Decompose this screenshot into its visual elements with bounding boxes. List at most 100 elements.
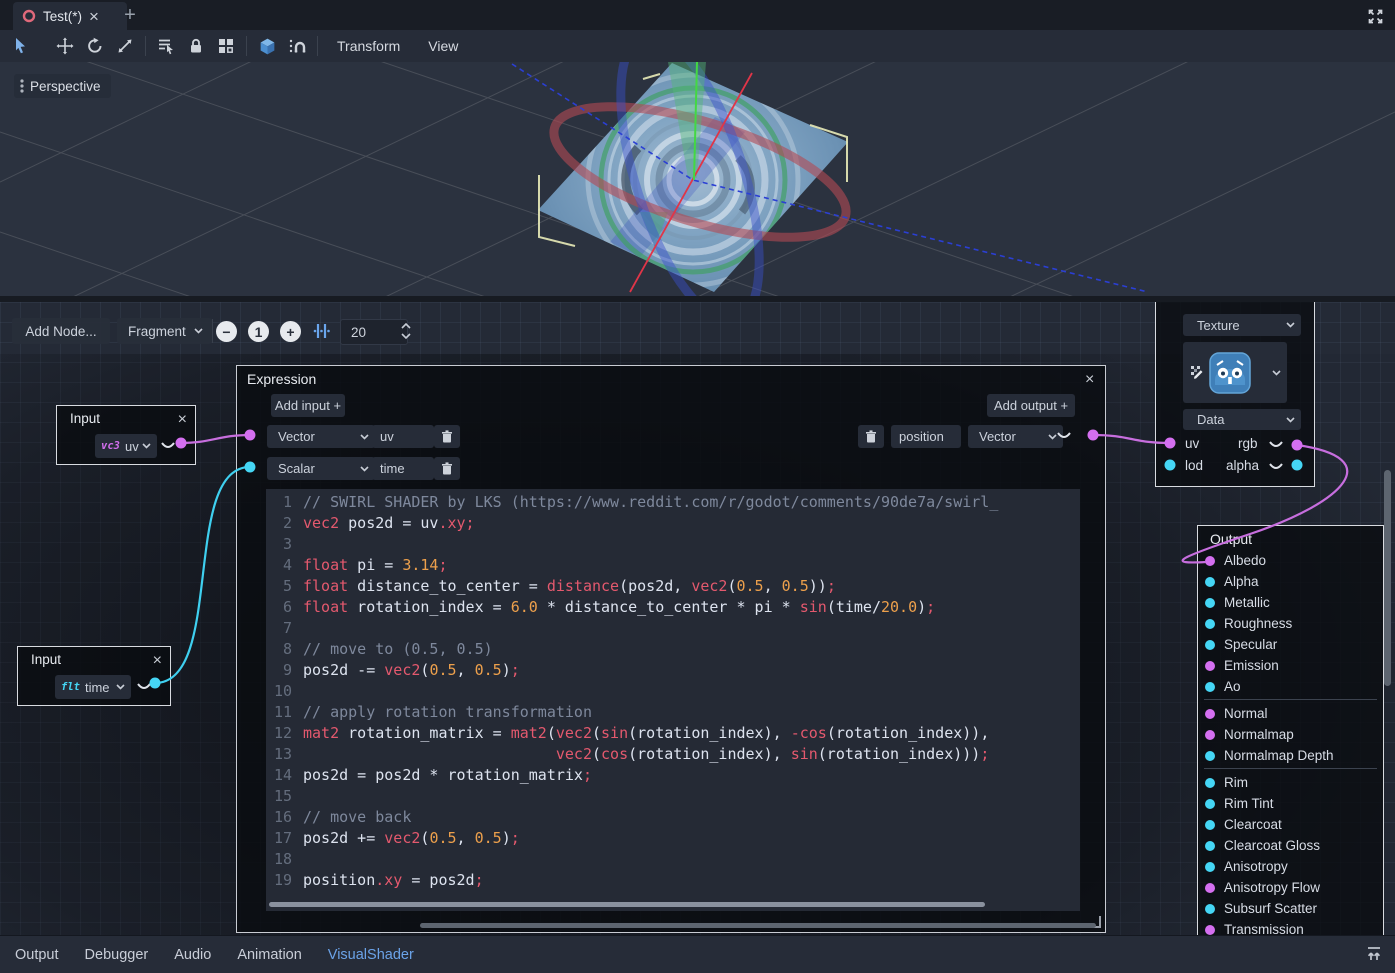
add-input-button[interactable]: Add input + (271, 394, 345, 417)
port-preview-icon[interactable] (137, 683, 151, 691)
close-icon[interactable]: × (1085, 372, 1094, 388)
snap-toggle-button[interactable] (282, 33, 312, 59)
port-normal-in[interactable] (1205, 709, 1215, 719)
transform-menu[interactable]: Transform (323, 38, 414, 54)
viewport-3d[interactable]: Perspective (0, 62, 1395, 296)
port-clearcoat-in[interactable] (1205, 820, 1215, 830)
port-metallic-in[interactable] (1205, 598, 1215, 608)
view-menu[interactable]: View (414, 38, 472, 54)
code-line[interactable]: 8// move to (0.5, 0.5) (266, 639, 1080, 660)
port-albedo-in[interactable] (1205, 556, 1215, 566)
port-specular-in[interactable] (1205, 640, 1215, 650)
bottom-tab-debugger[interactable]: Debugger (85, 947, 149, 963)
snap-step-spinbox[interactable]: 20 (340, 319, 408, 345)
local-space-button[interactable] (252, 33, 282, 59)
select-tool-button[interactable] (6, 33, 36, 59)
fullscreen-icon[interactable] (1365, 6, 1385, 26)
graph-horizontal-scrollbar[interactable] (420, 923, 1096, 928)
code-line[interactable]: 15 (266, 786, 1080, 807)
code-line[interactable]: 9pos2d -= vec2(0.5, 0.5); (266, 660, 1080, 681)
code-line[interactable]: 16// move back (266, 807, 1080, 828)
scene-tab[interactable]: Test(*) × (13, 2, 127, 30)
list-select-button[interactable] (151, 33, 181, 59)
expression-code-editor[interactable]: 1// SWIRL SHADER by LKS (https://www.red… (266, 489, 1080, 911)
code-line[interactable]: 11// apply rotation transformation (266, 702, 1080, 723)
port-preview-icon[interactable] (1269, 441, 1283, 449)
chevron-down-icon[interactable] (1272, 370, 1281, 376)
bottom-tab-animation[interactable]: Animation (237, 947, 301, 963)
code-line[interactable]: 3 (266, 534, 1080, 555)
port-ao-in[interactable] (1205, 682, 1215, 692)
code-line[interactable]: 7 (266, 618, 1080, 639)
input-node-uv[interactable]: Input × vc3 uv (56, 405, 196, 465)
visual-shader-graph[interactable]: Add Node... Fragment − 1 + 20 (0, 302, 1395, 935)
close-icon[interactable]: × (153, 653, 162, 669)
new-tab-button[interactable]: + (118, 2, 142, 28)
delete-input-button[interactable] (434, 457, 460, 480)
output-name-field[interactable]: position (891, 425, 961, 448)
lock-button[interactable] (181, 33, 211, 59)
input-name-field[interactable]: time (372, 457, 434, 480)
group-button[interactable] (211, 33, 241, 59)
code-line[interactable]: 2vec2 pos2d = uv.xy; (266, 513, 1080, 534)
perspective-menu[interactable]: Perspective (14, 74, 111, 98)
code-line[interactable]: 5float distance_to_center = distance(pos… (266, 576, 1080, 597)
scale-tool-button[interactable] (110, 33, 140, 59)
input-source-dropdown[interactable]: vc3 uv (95, 434, 157, 458)
code-horizontal-scrollbar[interactable] (269, 902, 985, 907)
input-name-field[interactable]: uv (372, 425, 434, 448)
code-line[interactable]: 18 (266, 849, 1080, 870)
code-line[interactable]: 17pos2d += vec2(0.5, 0.5); (266, 828, 1080, 849)
expression-node[interactable]: Expression × Add input + Add output + Ve… (236, 365, 1106, 933)
port-rim-in[interactable] (1205, 778, 1215, 788)
zoom-out-button[interactable]: − (216, 321, 237, 342)
code-line[interactable]: 1// SWIRL SHADER by LKS (https://www.red… (266, 492, 1080, 513)
output-node[interactable]: Output AlbedoAlphaMetallicRoughnessSpecu… (1197, 525, 1384, 935)
bottom-tab-audio[interactable]: Audio (174, 947, 211, 963)
delete-input-button[interactable] (434, 425, 460, 448)
bottom-tab-visualshader[interactable]: VisualShader (328, 947, 414, 963)
zoom-in-button[interactable]: + (280, 321, 301, 342)
code-line[interactable]: 13 vec2(cos(rotation_index), sin(rotatio… (266, 744, 1080, 765)
rotate-tool-button[interactable] (80, 33, 110, 59)
delete-output-button[interactable] (858, 425, 884, 448)
input-type-dropdown[interactable]: Vector (267, 425, 375, 448)
port-normalmap-in[interactable] (1205, 730, 1215, 740)
move-tool-button[interactable] (50, 33, 80, 59)
port-normalmap-depth-in[interactable] (1205, 751, 1215, 761)
port-rim-tint-in[interactable] (1205, 799, 1215, 809)
expand-panel-icon[interactable] (1365, 945, 1383, 967)
code-line[interactable]: 14pos2d = pos2d * rotation_matrix; (266, 765, 1080, 786)
output-type-dropdown[interactable]: Vector (968, 425, 1063, 448)
port-subsurf-scatter-in[interactable] (1205, 904, 1215, 914)
port-clearcoat-gloss-in[interactable] (1205, 841, 1215, 851)
port-preview-icon[interactable] (1269, 463, 1283, 471)
zoom-reset-button[interactable]: 1 (248, 321, 269, 342)
input-source-dropdown[interactable]: flt time (55, 675, 131, 699)
add-node-button[interactable]: Add Node... (12, 318, 110, 344)
port-roughness-in[interactable] (1205, 619, 1215, 629)
grid-snap-toggle[interactable] (313, 322, 331, 345)
shader-stage-dropdown[interactable]: Fragment (117, 318, 212, 344)
code-line[interactable]: 10 (266, 681, 1080, 702)
code-line[interactable]: 12mat2 rotation_matrix = mat2(vec2(sin(r… (266, 723, 1080, 744)
port-anisotropy-flow-in[interactable] (1205, 883, 1215, 893)
code-line[interactable]: 6float rotation_index = 6.0 * distance_t… (266, 597, 1080, 618)
input-node-time[interactable]: Input × flt time (17, 646, 171, 706)
texture-data-dropdown[interactable]: Data (1183, 409, 1301, 430)
port-alpha-in[interactable] (1205, 577, 1215, 587)
bottom-tab-output[interactable]: Output (15, 947, 59, 963)
code-line[interactable]: 4float pi = 3.14; (266, 555, 1080, 576)
port-transmission-in[interactable] (1205, 925, 1215, 935)
close-icon[interactable]: × (178, 412, 187, 428)
input-type-dropdown[interactable]: Scalar (267, 457, 375, 480)
port-emission-in[interactable] (1205, 661, 1215, 671)
add-output-button[interactable]: Add output + (987, 394, 1075, 417)
port-anisotropy-in[interactable] (1205, 862, 1215, 872)
code-line[interactable]: 19position.xy = pos2d; (266, 870, 1080, 891)
snap-step-updown[interactable] (400, 322, 412, 345)
port-preview-icon[interactable] (161, 442, 175, 450)
graph-vertical-scrollbar[interactable] (1384, 470, 1391, 686)
tab-close-icon[interactable]: × (89, 8, 99, 25)
port-preview-icon[interactable] (1057, 432, 1071, 440)
